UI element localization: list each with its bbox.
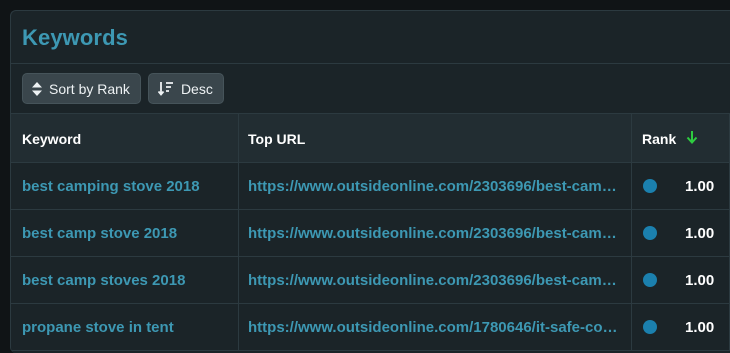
column-divider (238, 210, 239, 256)
top-url-link[interactable]: https://www.outsideonline.com/2303696/be… (248, 210, 623, 256)
top-url-text: https://www.outsideonline.com/2303696/be… (248, 224, 623, 242)
rank-indicator-dot (643, 226, 657, 240)
rank-indicator-dot (643, 320, 657, 334)
rank-value: 1.00 (685, 271, 715, 289)
column-divider (631, 163, 632, 209)
column-divider (631, 257, 632, 303)
column-divider (238, 163, 239, 209)
column-header-keyword[interactable]: Keyword (22, 114, 81, 163)
table-row[interactable]: propane stove in tent https://www.outside… (11, 304, 730, 351)
toolbar: Sort by Rank Desc (22, 73, 224, 104)
top-url-text: https://www.outsideonline.com/1780646/it… (248, 318, 623, 336)
top-url-text: https://www.outsideonline.com/2303696/be… (248, 271, 623, 289)
column-divider (238, 114, 239, 162)
table-row[interactable]: best camp stove 2018 https://www.outsideo… (11, 210, 730, 257)
panel-title: Keywords (22, 25, 128, 50)
column-header-rank-label: Rank (642, 130, 677, 147)
sort-updown-icon (32, 81, 42, 96)
sort-desc-icon (157, 81, 174, 96)
arrow-down-icon (686, 130, 698, 147)
column-header-rank[interactable]: Rank (642, 114, 698, 163)
keyword-link[interactable]: propane stove in tent (22, 304, 174, 350)
top-url-link[interactable]: https://www.outsideonline.com/2303696/be… (248, 163, 623, 209)
rank-indicator-dot (643, 179, 657, 193)
rank-indicator-dot (643, 273, 657, 287)
keyword-link[interactable]: best camp stove 2018 (22, 210, 177, 256)
rank-value: 1.00 (685, 318, 715, 336)
keyword-link[interactable]: best camp stoves 2018 (22, 257, 185, 303)
column-divider (631, 304, 632, 350)
column-divider (631, 114, 632, 162)
column-divider (238, 257, 239, 303)
top-url-link[interactable]: https://www.outsideonline.com/2303696/be… (248, 257, 623, 303)
sort-order-label: Desc (180, 80, 213, 97)
table-row[interactable]: best camping stove 2018 https://www.outsi… (11, 163, 730, 210)
keyword-link[interactable]: best camping stove 2018 (22, 163, 200, 209)
column-header-top-url[interactable]: Top URL (248, 114, 305, 163)
table-body: best camping stove 2018 https://www.outsi… (11, 163, 730, 351)
rank-value: 1.00 (685, 224, 715, 242)
sort-by-rank-label: Sort by Rank (49, 80, 130, 97)
keywords-table: Keyword Top URL Rank best camping stove … (11, 113, 730, 351)
sort-order-desc-button[interactable]: Desc (147, 73, 224, 104)
divider (11, 63, 730, 64)
keywords-panel: Keywords Sort by Rank Desc Keyword Top U… (10, 10, 730, 353)
rank-value: 1.00 (685, 177, 715, 195)
table-header: Keyword Top URL Rank (11, 113, 730, 163)
table-row[interactable]: best camp stoves 2018 https://www.outside… (11, 257, 730, 304)
sort-by-rank-button[interactable]: Sort by Rank (22, 73, 141, 104)
column-divider (631, 210, 632, 256)
column-divider (238, 304, 239, 350)
top-url-link[interactable]: https://www.outsideonline.com/1780646/it… (248, 304, 623, 350)
top-url-text: https://www.outsideonline.com/2303696/be… (248, 177, 623, 195)
